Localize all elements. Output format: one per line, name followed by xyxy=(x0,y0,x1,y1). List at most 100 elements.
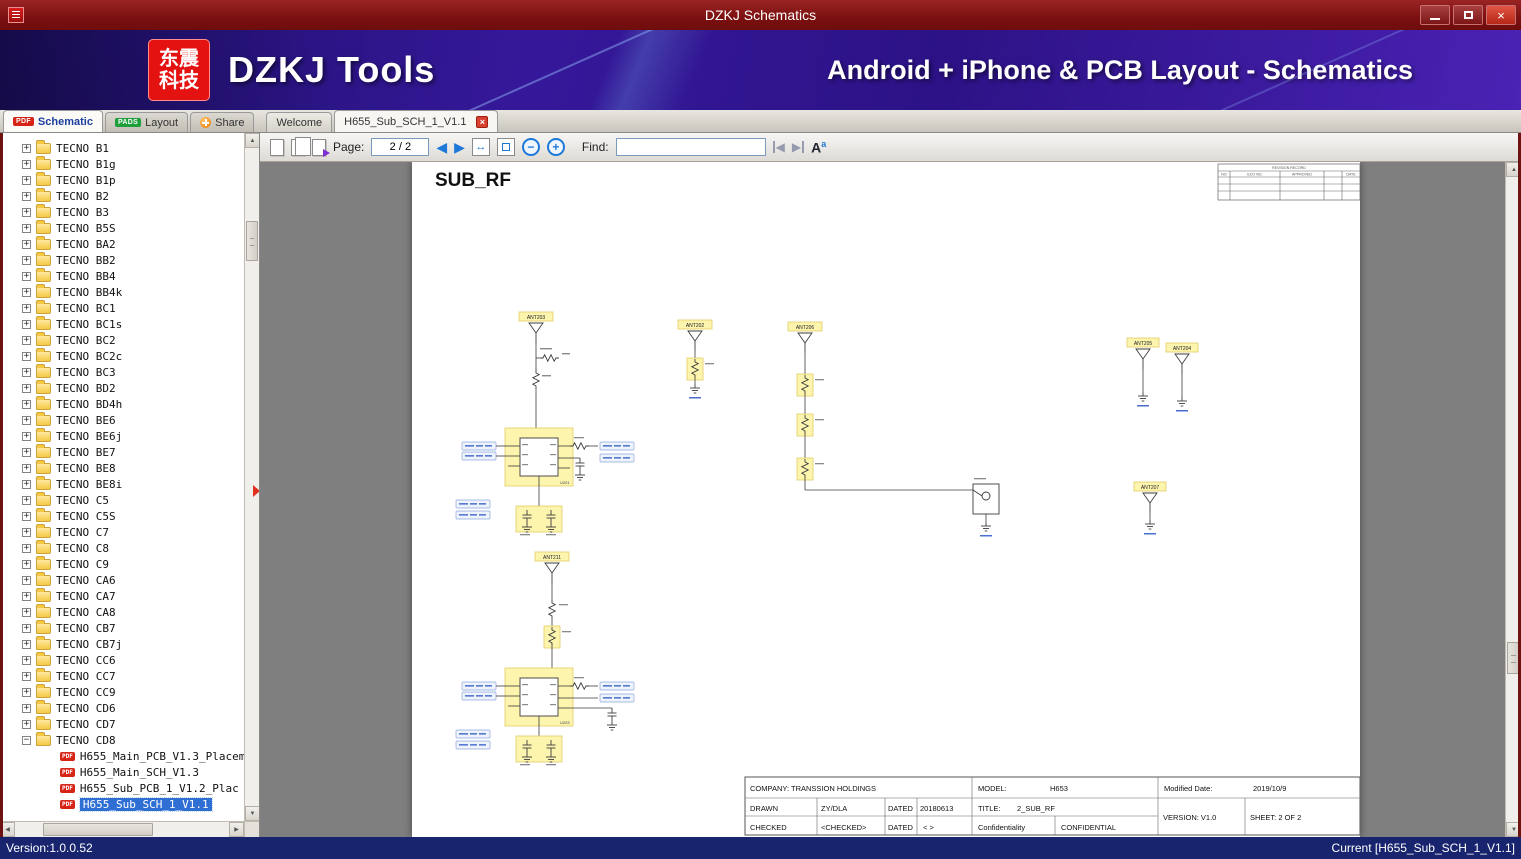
prev-page-icon[interactable]: ◀ xyxy=(436,140,447,154)
maximize-button[interactable] xyxy=(1453,5,1483,25)
multi-page-icon[interactable] xyxy=(291,136,311,156)
goto-page-icon[interactable] xyxy=(312,138,330,157)
scrollbar-thumb[interactable] xyxy=(43,823,153,836)
expand-icon[interactable]: + xyxy=(22,271,31,281)
tree-folder-item[interactable]: + TECNO BC1s xyxy=(0,315,244,332)
expand-icon[interactable]: + xyxy=(22,335,31,345)
expand-icon[interactable]: + xyxy=(22,287,31,297)
find-input[interactable] xyxy=(615,138,766,156)
expand-icon[interactable]: + xyxy=(22,463,31,473)
tree-folder-item[interactable]: + TECNO B1g xyxy=(0,155,244,172)
fit-width-icon[interactable]: ↔ xyxy=(471,138,490,156)
tree-folder-item[interactable]: + TECNO B1 xyxy=(0,139,244,156)
minimize-button[interactable] xyxy=(1420,5,1450,25)
tree-folder-item[interactable]: + TECNO BE7 xyxy=(0,443,244,460)
find-next-icon[interactable]: ▶ xyxy=(792,141,805,153)
expand-icon[interactable]: + xyxy=(22,207,31,217)
expand-icon[interactable]: + xyxy=(22,575,31,585)
expand-icon[interactable]: + xyxy=(22,559,31,569)
tree-folder-item[interactable]: + TECNO CC9 xyxy=(0,683,244,700)
tree-folder-item[interactable]: + TECNO B2 xyxy=(0,187,244,204)
tree-folder-item[interactable]: + TECNO CB7j xyxy=(0,635,244,652)
tree-folder-item[interactable]: + TECNO CB7 xyxy=(0,619,244,636)
sidebar-vertical-scrollbar[interactable]: ▲ ▼ xyxy=(244,133,259,821)
expand-icon[interactable]: + xyxy=(22,703,31,713)
tree-folder-item[interactable]: + TECNO CA7 xyxy=(0,587,244,604)
content-vertical-scrollbar[interactable]: ▲ ▼ xyxy=(1505,162,1521,837)
schematic-viewport[interactable]: SUB_RF REVISION RECORD NO ECO NO. APPROV… xyxy=(260,162,1521,837)
tree-folder-item[interactable]: + TECNO BE6j xyxy=(0,427,244,444)
single-page-icon[interactable] xyxy=(270,138,284,156)
next-page-icon[interactable]: ▶ xyxy=(454,140,465,154)
font-size-icon[interactable]: Aa xyxy=(811,139,826,154)
tree-folder-item[interactable]: + TECNO BB2 xyxy=(0,251,244,268)
scroll-down-icon[interactable]: ▼ xyxy=(245,806,259,821)
expand-icon[interactable]: + xyxy=(22,143,31,153)
tree-folder-item[interactable]: + TECNO CC7 xyxy=(0,667,244,684)
tree-file-item[interactable]: PDF H655_Sub_PCB_1_V1.2_Plac xyxy=(0,780,244,796)
expand-icon[interactable]: + xyxy=(22,447,31,457)
expand-icon[interactable]: + xyxy=(22,175,31,185)
tree-folder-item[interactable]: + TECNO C5 xyxy=(0,491,244,508)
tree-folder-item[interactable]: + TECNO BE6 xyxy=(0,411,244,428)
tree-folder-item[interactable]: + TECNO CC6 xyxy=(0,651,244,668)
tree-folder-item[interactable]: + TECNO BA2 xyxy=(0,235,244,252)
expand-icon[interactable]: + xyxy=(22,527,31,537)
sidebar-horizontal-scrollbar[interactable]: ◀ ▶ xyxy=(0,821,244,837)
zoom-in-icon[interactable]: + xyxy=(546,138,565,156)
tree-folder-item[interactable]: + TECNO CA6 xyxy=(0,571,244,588)
close-button[interactable]: × xyxy=(1486,5,1516,25)
expand-icon[interactable]: + xyxy=(22,655,31,665)
expand-icon[interactable]: + xyxy=(22,719,31,729)
tree-folder-item[interactable]: + TECNO CD6 xyxy=(0,699,244,716)
tree-folder-item[interactable]: + TECNO C8 xyxy=(0,539,244,556)
scroll-up-icon[interactable]: ▲ xyxy=(1506,162,1521,177)
fit-page-icon[interactable] xyxy=(496,138,515,156)
expand-icon[interactable]: + xyxy=(22,223,31,233)
tab-welcome[interactable]: Welcome xyxy=(266,112,333,132)
tree-folder-item[interactable]: − TECNO CD8 xyxy=(0,731,244,748)
tree-folder-item[interactable]: + TECNO BE8 xyxy=(0,459,244,476)
tab-schematic[interactable]: PDF Schematic xyxy=(3,110,103,132)
tree-folder-item[interactable]: + TECNO BB4k xyxy=(0,283,244,300)
tree-folder-item[interactable]: + TECNO BD2 xyxy=(0,379,244,396)
expand-icon[interactable]: + xyxy=(22,687,31,697)
tab-close-icon[interactable]: × xyxy=(476,115,489,128)
page-input[interactable] xyxy=(371,138,430,156)
scroll-down-icon[interactable]: ▼ xyxy=(1506,822,1521,837)
tree-folder-item[interactable]: + TECNO B3 xyxy=(0,203,244,220)
scrollbar-thumb[interactable] xyxy=(246,221,258,261)
tree-file-item[interactable]: PDF H655_Main_PCB_V1.3_Placem xyxy=(0,748,244,764)
tree-folder-item[interactable]: + TECNO CD7 xyxy=(0,715,244,732)
tree-folder-item[interactable]: + TECNO CA8 xyxy=(0,603,244,620)
tree-folder-item[interactable]: + TECNO BE8i xyxy=(0,475,244,492)
tree-file-item[interactable]: PDF H655_Main_SCH_V1.3 xyxy=(0,764,244,780)
expand-icon[interactable]: + xyxy=(22,303,31,313)
expand-icon[interactable]: + xyxy=(22,351,31,361)
tree-folder-item[interactable]: + TECNO B1p xyxy=(0,171,244,188)
expand-icon[interactable]: + xyxy=(22,319,31,329)
expand-icon[interactable]: + xyxy=(22,399,31,409)
tree-folder-item[interactable]: + TECNO BC2c xyxy=(0,347,244,364)
expand-icon[interactable]: + xyxy=(22,415,31,425)
tree-folder-item[interactable]: + TECNO BB4 xyxy=(0,267,244,284)
tree-folder-item[interactable]: + TECNO BC2 xyxy=(0,331,244,348)
expand-icon[interactable]: + xyxy=(22,543,31,553)
expand-icon[interactable]: + xyxy=(22,191,31,201)
expand-icon[interactable]: + xyxy=(22,383,31,393)
collapse-panel-icon[interactable] xyxy=(253,485,259,497)
tree-folder-item[interactable]: + TECNO BC3 xyxy=(0,363,244,380)
tree-folder-item[interactable]: + TECNO B5S xyxy=(0,219,244,236)
expand-icon[interactable]: + xyxy=(22,511,31,521)
expand-icon[interactable]: + xyxy=(22,591,31,601)
expand-icon[interactable]: + xyxy=(22,639,31,649)
scroll-left-icon[interactable]: ◀ xyxy=(0,822,15,837)
find-prev-icon[interactable]: ◀ xyxy=(772,141,785,153)
tree-folder-item[interactable]: + TECNO BD4h xyxy=(0,395,244,412)
tree-folder-item[interactable]: + TECNO C9 xyxy=(0,555,244,572)
expand-icon[interactable]: + xyxy=(22,159,31,169)
zoom-out-icon[interactable]: − xyxy=(521,138,540,156)
tab-document[interactable]: H655_Sub_SCH_1_V1.1 × xyxy=(334,110,499,132)
tree-folder-item[interactable]: + TECNO C5S xyxy=(0,507,244,524)
collapse-icon[interactable]: − xyxy=(22,735,31,745)
